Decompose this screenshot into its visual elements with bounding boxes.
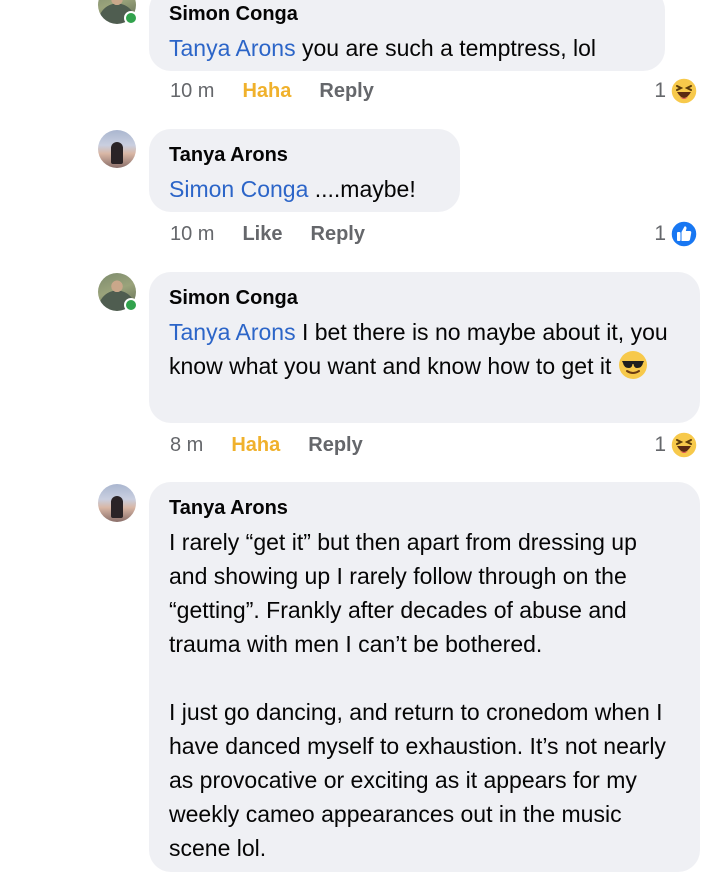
mention-link[interactable]: Simon Conga bbox=[169, 176, 308, 202]
reaction-count: 1 bbox=[654, 433, 666, 456]
comment-actions: 10 m Like Reply bbox=[170, 219, 365, 249]
comment-text: Tanya Arons you are such a temptress, lo… bbox=[169, 35, 597, 61]
comment-bubble: Simon Conga Tanya Arons I bet there is n… bbox=[149, 272, 700, 423]
comment-paragraph: I just go dancing, and return to cronedo… bbox=[169, 699, 666, 861]
reply-button[interactable]: Reply bbox=[311, 223, 365, 246]
avatar[interactable] bbox=[98, 130, 136, 168]
comment-bubble: Tanya Arons I rarely “get it” but then a… bbox=[149, 482, 700, 872]
comment-author[interactable]: Tanya Arons bbox=[169, 496, 680, 520]
mention-link[interactable]: Tanya Arons bbox=[169, 35, 296, 61]
comment-actions: 10 m Haha Reply bbox=[170, 76, 374, 106]
haha-emoji-icon bbox=[670, 431, 698, 459]
online-status-dot bbox=[124, 298, 138, 312]
reaction-summary[interactable]: 1 bbox=[654, 219, 698, 249]
comment-paragraph: I rarely “get it” but then apart from dr… bbox=[169, 529, 637, 657]
comment-author[interactable]: Simon Conga bbox=[169, 2, 645, 26]
sunglasses-emoji-icon bbox=[618, 351, 647, 379]
avatar[interactable] bbox=[98, 273, 138, 312]
mention-link[interactable]: Tanya Arons bbox=[169, 319, 296, 345]
online-status-dot bbox=[124, 11, 138, 25]
like-thumb-icon bbox=[670, 220, 698, 248]
comment-author[interactable]: Simon Conga bbox=[169, 286, 680, 310]
haha-emoji-icon bbox=[670, 77, 698, 105]
comment-bubble: Tanya Arons Simon Conga ....maybe! bbox=[149, 129, 460, 212]
comment-time: 10 m bbox=[170, 222, 215, 245]
reply-button[interactable]: Reply bbox=[319, 80, 373, 103]
reaction-summary[interactable]: 1 bbox=[654, 76, 698, 106]
avatar[interactable] bbox=[98, 484, 136, 522]
comment-time: 8 m bbox=[170, 433, 204, 456]
reaction-summary[interactable]: 1 bbox=[654, 430, 698, 460]
comment-author[interactable]: Tanya Arons bbox=[169, 143, 440, 167]
reaction-button[interactable]: Haha bbox=[231, 434, 280, 457]
like-button[interactable]: Like bbox=[242, 223, 282, 246]
comment-text: Simon Conga ....maybe! bbox=[169, 176, 416, 202]
comment-text: Tanya Arons I bet there is no maybe abou… bbox=[169, 319, 668, 379]
reaction-button[interactable]: Haha bbox=[242, 80, 291, 103]
reply-button[interactable]: Reply bbox=[308, 434, 362, 457]
comment-actions: 8 m Haha Reply bbox=[170, 430, 363, 460]
reaction-count: 1 bbox=[654, 222, 666, 245]
reaction-count: 1 bbox=[654, 79, 666, 102]
avatar[interactable] bbox=[98, 0, 138, 25]
comment-time: 10 m bbox=[170, 79, 215, 102]
comment-bubble: Simon Conga Tanya Arons you are such a t… bbox=[149, 0, 665, 71]
